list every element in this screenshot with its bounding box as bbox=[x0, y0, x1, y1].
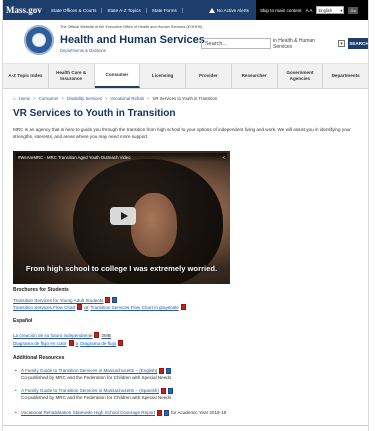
video-caption: From high school to college I was extrem… bbox=[25, 264, 218, 273]
breadcrumb-separator: > bbox=[61, 96, 64, 101]
breadcrumb: ⌂ Home > Consumer > Disability Services … bbox=[13, 96, 217, 101]
search-button[interactable]: SEARCH bbox=[348, 38, 368, 49]
resource-item: A Family Guide to Transition Services in… bbox=[15, 388, 173, 401]
espanol-heading: Español bbox=[13, 318, 33, 324]
espanol-row-2: Diagrama de flujo en color o Diagrama de… bbox=[13, 340, 124, 346]
additional-resources-heading: Additional Resources bbox=[13, 355, 65, 361]
main-nav: A-Z Topic Index Health Care & Insurance … bbox=[3, 64, 368, 89]
flow-chart-grayscale-link[interactable]: Transition Services Flow Chart in graysc… bbox=[90, 305, 178, 310]
search-input[interactable]: Search... bbox=[201, 38, 271, 49]
breadcrumb-separator: > bbox=[104, 96, 108, 101]
chevron-down-icon: ▾ bbox=[340, 7, 343, 13]
mass-gov-logo[interactable]: Mass.gov bbox=[6, 5, 46, 15]
coverage-report-note: for Academic Year 2015-16 bbox=[171, 410, 227, 415]
search-scope-value: in Health & Human Services bbox=[273, 37, 315, 50]
breadcrumb-current: VR Services to Youth in Transition bbox=[152, 96, 218, 101]
pdf-icon[interactable] bbox=[77, 304, 83, 310]
text-size-control[interactable]: A A bbox=[306, 8, 313, 13]
chevron-down-icon: ▾ bbox=[338, 40, 345, 47]
flow-chart-link[interactable]: Transition Services Flow Chart bbox=[13, 305, 75, 310]
pdf-icon[interactable] bbox=[94, 332, 100, 338]
coverage-report-link[interactable]: Vocational Rehabilitation Statewide High… bbox=[21, 410, 155, 417]
breadcrumb-consumer[interactable]: Consumer bbox=[39, 96, 59, 101]
page: Mass.gov State Offices & Courts State A-… bbox=[2, 0, 369, 431]
skip-link[interactable]: Skip to main content bbox=[260, 8, 302, 13]
o-text: o bbox=[75, 340, 79, 346]
flow-chart-row: Transition Services Flow Chart or Transi… bbox=[13, 304, 186, 310]
pdf-icon[interactable] bbox=[68, 340, 74, 346]
resource-item: A Family Guide to Transition Services in… bbox=[15, 368, 172, 381]
divider bbox=[3, 425, 368, 426]
state-topics-link[interactable]: State A-Z Topics bbox=[102, 7, 147, 13]
resource-note: Co-published by MRC and the Federation f… bbox=[21, 374, 172, 380]
share-icon[interactable]: < bbox=[222, 155, 225, 160]
alerts-link[interactable]: No Active Alerts bbox=[208, 7, 249, 13]
breadcrumb-home[interactable]: Home bbox=[19, 96, 30, 101]
family-guide-english-link[interactable]: A Family Guide to Transition Services in… bbox=[21, 368, 157, 375]
video-title[interactable]: #WeAreMRC - MRC Transition Aged Youth Ou… bbox=[18, 155, 131, 160]
language-go-button[interactable]: Go bbox=[348, 6, 358, 14]
agency-title[interactable]: Health and Human Services bbox=[60, 34, 205, 46]
warning-icon bbox=[208, 7, 215, 13]
nav-item-provider[interactable]: Provider bbox=[186, 64, 232, 88]
video-thumbnail-face bbox=[131, 193, 177, 257]
espanol-color-chart-link[interactable]: Diagrama de flujo en color bbox=[13, 341, 67, 346]
breadcrumb-separator: > bbox=[147, 96, 150, 101]
breadcrumb-disability-services[interactable]: Disability Services bbox=[67, 96, 102, 101]
brochure-young-adult-link[interactable]: Transition Services for Young Adult Stud… bbox=[13, 298, 103, 303]
doc-icon[interactable] bbox=[166, 368, 172, 375]
pdf-icon[interactable] bbox=[159, 368, 165, 375]
utility-bar: Mass.gov State Offices & Courts State A-… bbox=[3, 0, 368, 20]
resource-note: Co-published by MRC and the Federation f… bbox=[21, 394, 172, 400]
pdf-icon[interactable] bbox=[160, 388, 166, 395]
state-forms-link[interactable]: State Forms bbox=[147, 7, 183, 13]
pdf-icon[interactable] bbox=[118, 340, 124, 346]
breadcrumb-separator: > bbox=[33, 96, 36, 101]
resource-item: Vocational Rehabilitation Statewide High… bbox=[15, 410, 227, 417]
brochures-heading: Brochures for Students bbox=[13, 287, 69, 293]
intro-text: MRC is an agency that is here to guide y… bbox=[13, 127, 351, 139]
nav-item-departments[interactable]: Departments bbox=[323, 64, 368, 88]
pdf-icon[interactable] bbox=[180, 304, 186, 310]
or-text: or bbox=[84, 304, 89, 310]
language-select[interactable]: English ▾ bbox=[316, 6, 345, 14]
doc-icon[interactable] bbox=[164, 410, 170, 417]
alert-label: No Active Alerts bbox=[216, 7, 249, 13]
play-button[interactable] bbox=[110, 207, 136, 225]
espanol-row-1: La creación de su futuro independiente 2… bbox=[13, 332, 111, 338]
pdf-icon[interactable] bbox=[105, 297, 111, 303]
search-placeholder: Search... bbox=[205, 40, 228, 47]
nav-item-health-care[interactable]: Health Care & Insurance bbox=[49, 64, 95, 88]
breadcrumb-vocational-rehab[interactable]: Vocational Rehab bbox=[110, 96, 144, 101]
brochure-link-row: Transition Services for Young Adult Stud… bbox=[13, 297, 118, 303]
espanol-futuro-link[interactable]: La creación de su futuro independiente bbox=[13, 333, 92, 338]
language-value: English bbox=[318, 7, 333, 13]
pdf-icon[interactable] bbox=[157, 410, 163, 417]
file-size: 2MB bbox=[101, 332, 111, 338]
nav-item-researcher[interactable]: Researcher bbox=[232, 64, 278, 88]
nav-item-licensing[interactable]: Licensing bbox=[140, 64, 186, 88]
video-title-bar: #WeAreMRC - MRC Transition Aged Youth Ou… bbox=[16, 153, 227, 162]
logo-text: Mass.gov bbox=[6, 5, 42, 15]
family-guide-spanish-link[interactable]: A Family Guide to Transition Services in… bbox=[21, 388, 159, 395]
official-website-text: The Official Website of the Executive Of… bbox=[60, 25, 203, 29]
site-header: The Official Website of the Executive Of… bbox=[3, 20, 368, 64]
nav-item-az-topic-index[interactable]: A-Z Topic Index bbox=[3, 64, 49, 88]
doc-icon[interactable] bbox=[167, 388, 173, 395]
doc-icon[interactable] bbox=[112, 297, 118, 303]
departments-link[interactable]: Departments & Divisions bbox=[60, 48, 106, 53]
video-player[interactable]: #WeAreMRC - MRC Transition Aged Youth Ou… bbox=[13, 151, 230, 284]
nav-item-government-agencies[interactable]: Government Agencies bbox=[278, 64, 324, 88]
state-seal-icon[interactable] bbox=[24, 25, 54, 55]
nav-item-consumer[interactable]: Consumer bbox=[94, 64, 141, 88]
page-title: VR Services to Youth in Transition bbox=[13, 108, 176, 119]
accessibility-bar: Skip to main content A A English ▾ Go bbox=[255, 0, 368, 20]
state-offices-link[interactable]: State Offices & Courts bbox=[46, 7, 103, 13]
espanol-chart-link[interactable]: Diagrama de flujo bbox=[80, 341, 116, 346]
search-scope-select[interactable]: in Health & Human Services ▾ bbox=[273, 37, 345, 50]
home-icon[interactable]: ⌂ bbox=[13, 96, 16, 101]
